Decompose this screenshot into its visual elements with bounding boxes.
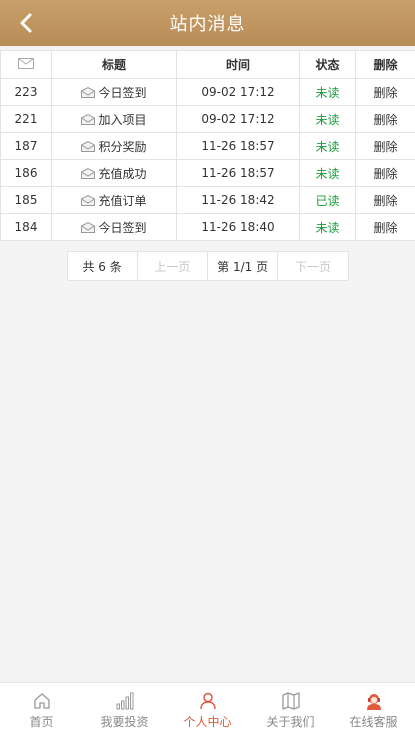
mail-header-icon <box>0 50 52 79</box>
envelope-icon <box>81 221 96 233</box>
column-header-status: 状态 <box>299 50 356 79</box>
envelope-icon <box>81 194 96 206</box>
delete-cell: 删除 <box>355 78 415 106</box>
message-id: 187 <box>0 132 52 160</box>
tab-service[interactable]: 在线客服 <box>332 683 415 738</box>
home-icon <box>33 693 50 709</box>
tab-invest-label: 我要投资 <box>100 715 149 729</box>
message-title[interactable]: 充值订单 <box>98 192 146 209</box>
tab-home[interactable]: 首页 <box>0 683 83 738</box>
tab-profile[interactable]: 个人中心 <box>166 683 249 738</box>
chevron-left-icon <box>20 13 32 33</box>
pager-total: 共 6 条 <box>68 252 138 280</box>
message-status: 未读 <box>299 159 356 187</box>
tab-service-label: 在线客服 <box>349 715 398 729</box>
prev-page-button[interactable]: 上一页 <box>138 252 208 280</box>
message-id: 223 <box>0 78 52 106</box>
message-status: 已读 <box>299 186 356 214</box>
envelope-icon <box>81 113 96 125</box>
message-title-cell[interactable]: 今日签到 <box>51 213 177 241</box>
envelope-icon <box>81 140 96 152</box>
message-time: 11-26 18:40 <box>176 213 300 241</box>
user-icon <box>199 692 216 710</box>
table-row[interactable]: 184 今日签到 11-26 18:40 未读 删除 <box>0 213 415 241</box>
message-table-container: 标题 时间 状态 删除 223 今日签到 09-02 17:12 未读 删除 221 加入项… <box>0 50 415 241</box>
tab-profile-label: 个人中心 <box>183 715 232 729</box>
pager-current: 第 1/1 页 <box>208 252 279 280</box>
envelope-icon <box>81 167 96 179</box>
message-time: 11-26 18:57 <box>176 159 300 187</box>
delete-cell: 删除 <box>355 213 415 241</box>
tab-invest[interactable]: 我要投资 <box>83 683 166 738</box>
delete-cell: 删除 <box>355 132 415 160</box>
message-table: 标题 时间 状态 删除 223 今日签到 09-02 17:12 未读 删除 221 加入项… <box>0 50 415 241</box>
message-id: 221 <box>0 105 52 133</box>
message-status: 未读 <box>299 78 356 106</box>
message-status: 未读 <box>299 213 356 241</box>
delete-button[interactable]: 删除 <box>373 167 397 181</box>
message-title[interactable]: 今日签到 <box>98 84 146 101</box>
envelope-icon <box>81 86 96 98</box>
delete-button[interactable]: 删除 <box>373 140 397 154</box>
message-id: 184 <box>0 213 52 241</box>
delete-button[interactable]: 删除 <box>373 86 397 100</box>
message-time: 11-26 18:57 <box>176 132 300 160</box>
message-title-cell[interactable]: 充值订单 <box>51 186 177 214</box>
page-title: 站内消息 <box>169 14 246 35</box>
column-header-delete: 删除 <box>355 50 415 79</box>
bottom-tabbar: 首页 我要投资 个人中心 关于我们 在线客服 <box>0 682 415 738</box>
message-status: 未读 <box>299 132 356 160</box>
bar-chart-icon <box>116 692 133 710</box>
delete-cell: 删除 <box>355 105 415 133</box>
delete-button[interactable]: 删除 <box>373 113 397 127</box>
message-title-cell[interactable]: 积分奖励 <box>51 132 177 160</box>
next-page-button[interactable]: 下一页 <box>278 252 347 280</box>
delete-cell: 删除 <box>355 186 415 214</box>
table-row[interactable]: 185 充值订单 11-26 18:42 已读 删除 <box>0 186 415 214</box>
tab-home-label: 首页 <box>29 715 54 729</box>
column-header-title: 标题 <box>51 50 177 79</box>
message-time: 11-26 18:42 <box>176 186 300 214</box>
message-status: 未读 <box>299 105 356 133</box>
message-title[interactable]: 充值成功 <box>98 165 146 182</box>
message-title-cell[interactable]: 今日签到 <box>51 78 177 106</box>
delete-button[interactable]: 删除 <box>373 221 397 235</box>
message-title[interactable]: 积分奖励 <box>98 138 146 155</box>
table-row[interactable]: 221 加入项目 09-02 17:12 未读 删除 <box>0 105 415 133</box>
customer-service-icon <box>366 694 381 710</box>
delete-cell: 删除 <box>355 159 415 187</box>
message-id: 185 <box>0 186 52 214</box>
table-row[interactable]: 223 今日签到 09-02 17:12 未读 删除 <box>0 78 415 106</box>
app-header: 站内消息 <box>0 0 415 46</box>
message-time: 09-02 17:12 <box>176 78 300 106</box>
column-header-time: 时间 <box>176 50 300 79</box>
tab-about[interactable]: 关于我们 <box>249 683 332 738</box>
message-time: 09-02 17:12 <box>176 105 300 133</box>
message-title-cell[interactable]: 加入项目 <box>51 105 177 133</box>
message-id: 186 <box>0 159 52 187</box>
message-title[interactable]: 今日签到 <box>98 219 146 236</box>
message-title[interactable]: 加入项目 <box>98 111 146 128</box>
message-title-cell[interactable]: 充值成功 <box>51 159 177 187</box>
back-button[interactable] <box>8 0 44 46</box>
table-header-row: 标题 时间 状态 删除 <box>0 50 415 79</box>
table-row[interactable]: 187 积分奖励 11-26 18:57 未读 删除 <box>0 132 415 160</box>
map-icon <box>281 692 300 710</box>
table-row[interactable]: 186 充值成功 11-26 18:57 未读 删除 <box>0 159 415 187</box>
delete-button[interactable]: 删除 <box>373 194 397 208</box>
tab-about-label: 关于我们 <box>266 715 315 729</box>
pagination: 共 6 条 上一页 第 1/1 页 下一页 <box>66 251 349 281</box>
